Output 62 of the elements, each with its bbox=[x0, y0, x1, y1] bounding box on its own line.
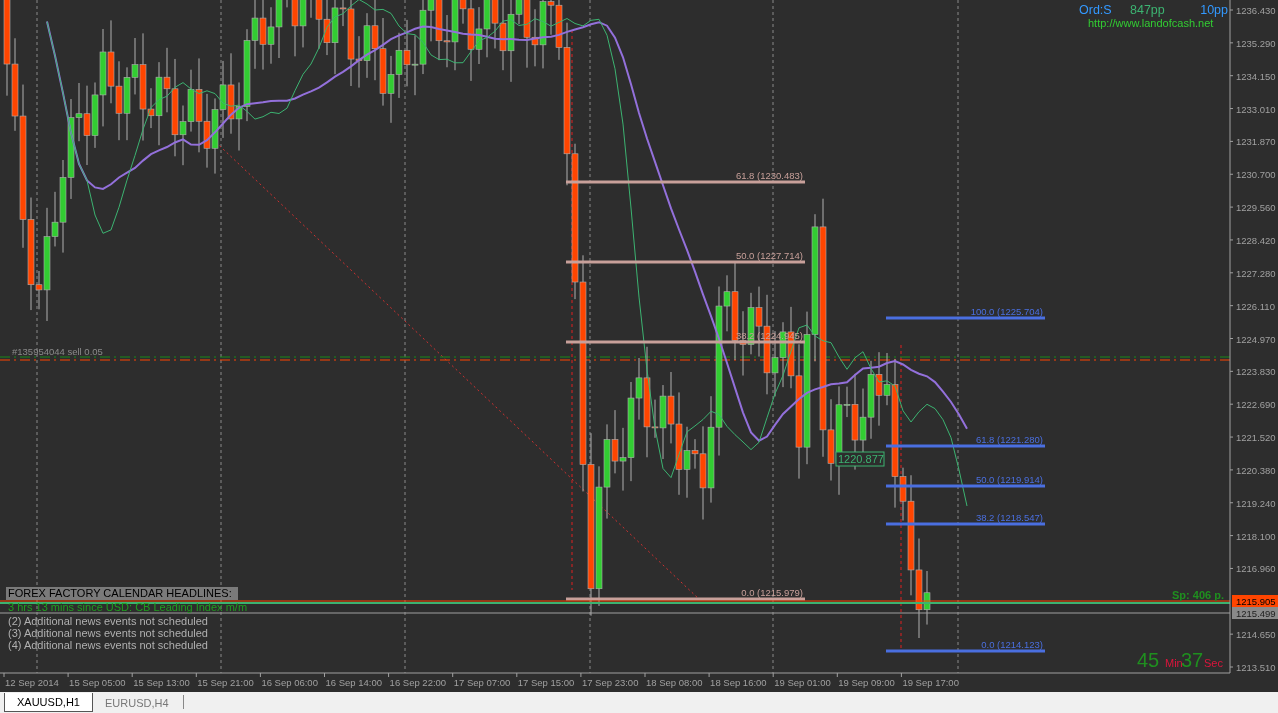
price-axis-label: 1229.560 bbox=[1236, 202, 1276, 214]
spread-label: Sp: 406 p. bbox=[1172, 589, 1224, 601]
timer-seconds: 37 bbox=[1181, 649, 1204, 671]
profit-pips: 847pp bbox=[1130, 3, 1165, 17]
price-axis-label: 1230.700 bbox=[1236, 169, 1276, 181]
fib-level-label: 0.0 (1214.123) bbox=[981, 639, 1043, 650]
news-item: (3) Additional news events not scheduled bbox=[8, 627, 208, 639]
fib-level-label: 0.0 (1215.979) bbox=[741, 587, 803, 598]
chart-tab[interactable]: XAUUSD,H1 bbox=[4, 693, 93, 712]
price-axis-label: 1218.100 bbox=[1236, 530, 1276, 542]
spread-setting: 10pp bbox=[1200, 3, 1228, 17]
time-axis-label: 17 Sep 23:00 bbox=[581, 677, 639, 688]
price-axis-label: 1223.830 bbox=[1236, 366, 1276, 378]
price-axis-label: 1219.240 bbox=[1236, 497, 1276, 509]
time-axis-label: 18 Sep 08:00 bbox=[646, 677, 703, 688]
website-link[interactable]: http://www.landofcash.net bbox=[1088, 17, 1214, 29]
price-axis-label: 1234.150 bbox=[1236, 70, 1276, 82]
time-axis-label: 12 Sep 2014 bbox=[5, 677, 59, 688]
price-axis-label: 1227.280 bbox=[1236, 267, 1276, 279]
time-axis-label: 16 Sep 14:00 bbox=[325, 677, 383, 688]
fib-level-label: 50.0 (1227.714) bbox=[735, 250, 803, 261]
price-line-tag: 1215.499 bbox=[1232, 607, 1278, 619]
price-axis-label: 1213.510 bbox=[1236, 662, 1276, 673]
timer-seconds-unit: Sec bbox=[1204, 657, 1223, 669]
time-axis-label: 19 Sep 17:00 bbox=[902, 677, 959, 688]
time-axis-label: 16 Sep 22:00 bbox=[389, 677, 447, 688]
timer-minutes: 45 bbox=[1137, 649, 1160, 671]
price-axis-label: 1220.380 bbox=[1236, 464, 1276, 476]
fib-level-label: 50.0 (1219.914) bbox=[975, 474, 1043, 485]
price-axis-label: 1214.650 bbox=[1236, 629, 1276, 641]
time-axis-label: 19 Sep 09:00 bbox=[838, 677, 895, 688]
fib-level-label: 38.2 (1218.547) bbox=[975, 512, 1043, 523]
news-item: (4) Additional news events not scheduled bbox=[8, 639, 208, 651]
time-axis-label: 16 Sep 06:00 bbox=[261, 677, 318, 688]
order-label: #135954044 sell 0.05 bbox=[12, 346, 103, 357]
fib-level-label: 61.8 (1230.483) bbox=[735, 170, 803, 181]
current-price-tag: 1215.905 bbox=[1232, 595, 1278, 607]
fib-level-label: 100.0 (1225.704) bbox=[970, 306, 1043, 317]
fib-level-label: 61.8 (1221.280) bbox=[975, 434, 1043, 445]
order-type: Ord:S bbox=[1079, 3, 1112, 17]
price-axis-label: 1233.010 bbox=[1236, 103, 1276, 115]
price-axis-label: 1224.970 bbox=[1236, 333, 1276, 345]
news-title: FOREX FACTORY CALENDAR HEADLINES: bbox=[8, 587, 232, 599]
time-axis-label: 17 Sep 15:00 bbox=[517, 677, 575, 688]
time-axis-label: 18 Sep 16:00 bbox=[710, 677, 767, 688]
news-latest: 3 hrs 13 mins since USD: CB Leading Index m/m bbox=[8, 601, 248, 613]
time-axis-label: 15 Sep 05:00 bbox=[69, 677, 126, 688]
time-axis-label: 15 Sep 21:00 bbox=[197, 677, 254, 688]
price-axis-label: 1222.690 bbox=[1236, 399, 1276, 411]
price-axis-label: 1228.420 bbox=[1236, 234, 1276, 246]
time-axis-label: 15 Sep 13:00 bbox=[133, 677, 190, 688]
price-axis-label: 1216.960 bbox=[1236, 563, 1276, 575]
price-axis-label: 1226.110 bbox=[1236, 300, 1275, 312]
time-axis-label: 19 Sep 01:00 bbox=[774, 677, 831, 688]
price-axis-label: 1235.290 bbox=[1236, 37, 1276, 49]
price-axis-label: 1231.870 bbox=[1236, 136, 1276, 148]
price-axis-label: 1236.430 bbox=[1236, 5, 1276, 16]
timer-minutes-unit: Min bbox=[1165, 657, 1183, 669]
news-item: (2) Additional news events not scheduled bbox=[8, 615, 208, 627]
time-axis-label: 17 Sep 07:00 bbox=[453, 677, 511, 688]
price-marker: 1220.877 bbox=[835, 451, 885, 467]
price-axis-label: 1221.520 bbox=[1236, 432, 1276, 444]
